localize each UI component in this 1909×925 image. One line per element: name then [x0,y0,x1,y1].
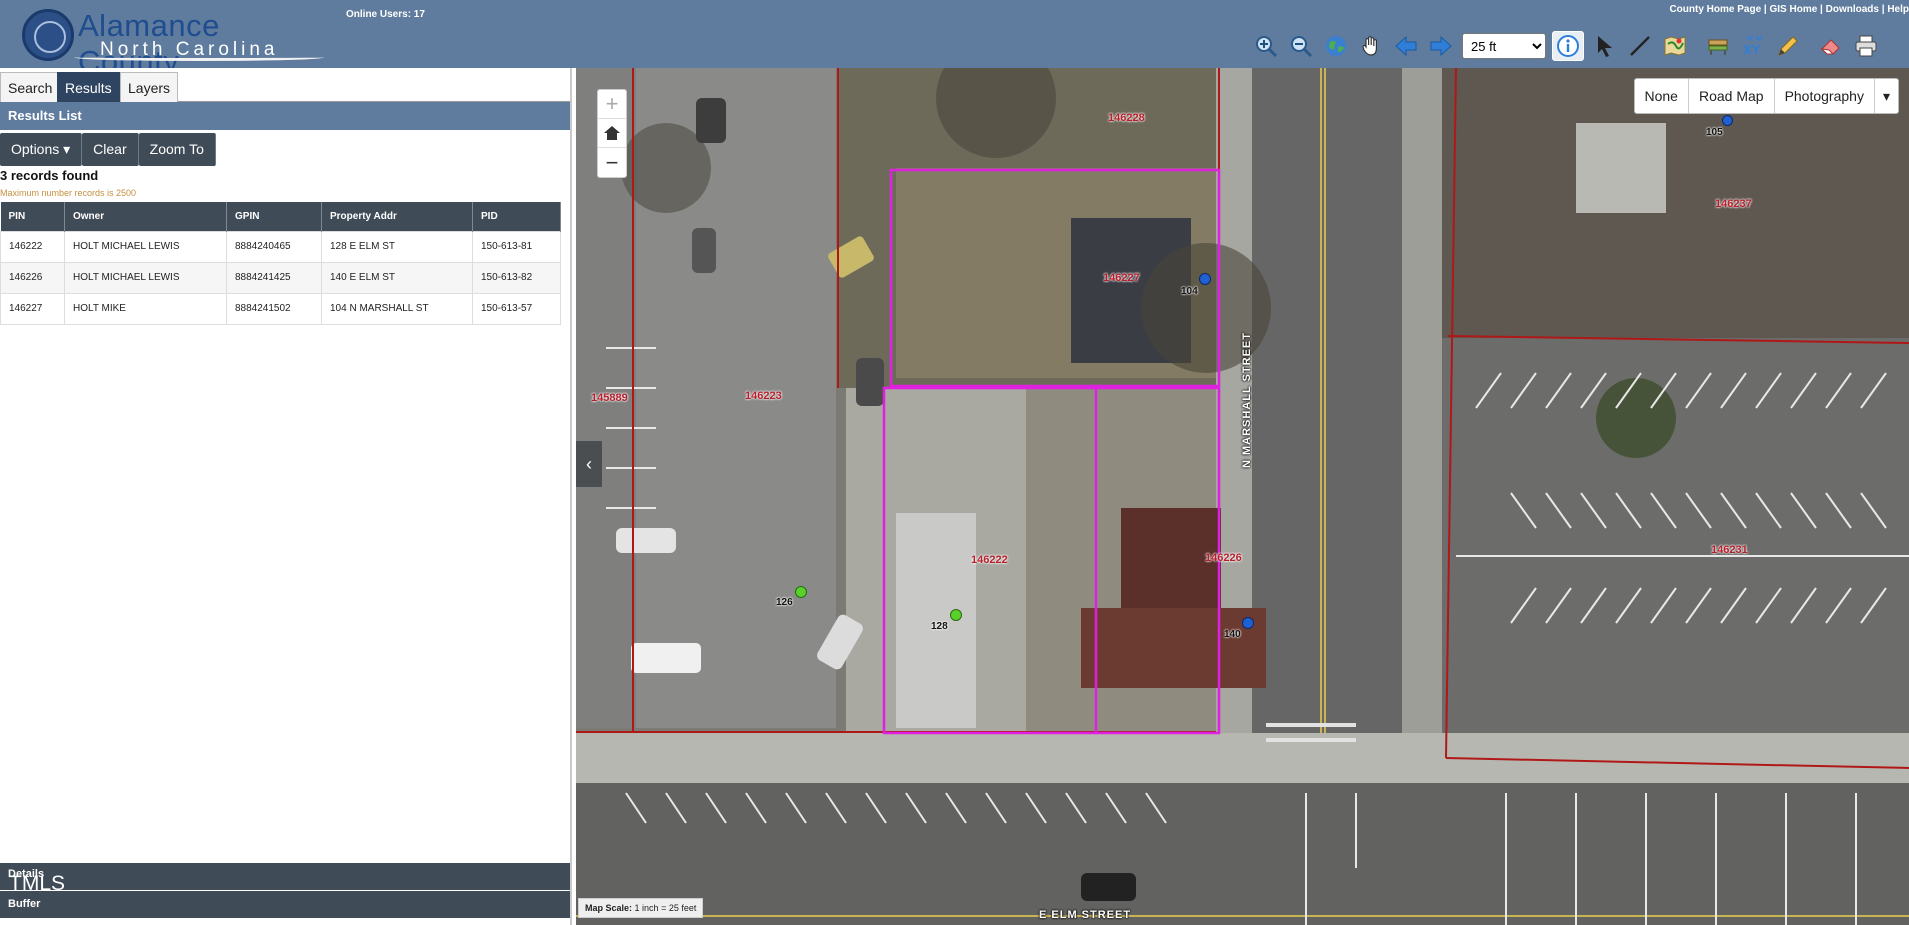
zoom-to-button[interactable]: Zoom To [138,133,216,166]
cell-property-addr: 140 E ELM ST [321,261,473,294]
app-header: Alamance County North Carolina Online Us… [0,0,1909,79]
parcel-label: 146231 [1711,544,1748,556]
basemap-none-button[interactable]: None [1635,79,1689,113]
basemap-dropdown-caret-icon[interactable]: ▾ [1875,79,1898,113]
column-header-owner[interactable]: Owner [64,202,227,231]
cell-pin: 146222 [0,230,65,263]
globe-icon[interactable] [1322,32,1350,60]
aerial-imagery [576,68,1909,925]
cell-pid: 150-613-81 [472,230,561,263]
parcel-label: 145889 [591,392,628,404]
address-point-marker[interactable] [950,609,962,621]
address-label: 140 [1224,629,1241,640]
map-icon[interactable] [1661,32,1689,60]
map-toolbar: 25 ft XY [1252,30,1887,62]
tab-layers[interactable]: Layers [120,72,179,102]
records-found-count: 3 records found [0,168,99,183]
address-label: 128 [931,621,948,632]
zoom-in-icon[interactable] [1252,32,1280,60]
address-point-marker[interactable] [1242,617,1254,629]
cell-gpin: 8884240465 [226,230,322,263]
address-label: 105 [1706,127,1723,138]
online-users-count: Online Users: 17 [346,9,425,20]
cell-pid: 150-613-57 [472,292,561,325]
column-header-pin[interactable]: PIN [0,202,65,231]
back-arrow-icon[interactable] [1392,32,1420,60]
scale-select[interactable]: 25 ft [1462,33,1546,59]
map-zoom-out-button[interactable]: − [598,148,626,177]
address-point-marker[interactable] [1722,115,1733,126]
cell-pin: 146226 [0,261,65,294]
county-logo[interactable]: Alamance County North Carolina [18,6,324,79]
address-label: 104 [1181,286,1198,297]
results-table: PIN Owner GPIN Property Addr PID 146222 … [0,202,561,325]
measure-line-icon[interactable] [1626,32,1654,60]
bench-icon[interactable] [1704,32,1732,60]
street-label: N MARSHALL STREET [1241,332,1253,468]
info-icon[interactable] [1552,31,1584,61]
map-zoom-in-button[interactable]: + [598,90,626,119]
basemap-photography-button[interactable]: Photography [1775,79,1875,113]
buffer-section-header[interactable]: Buffer [0,891,570,918]
max-records-note: Maximum number records is 2500 [0,188,137,198]
address-point-marker[interactable] [795,586,807,598]
address-point-marker[interactable] [1199,273,1211,285]
left-panel: Search Results Layers Results List Optio… [0,68,572,925]
print-icon[interactable] [1852,32,1880,60]
details-section-header[interactable]: Details [0,863,570,890]
forward-arrow-icon[interactable] [1427,32,1455,60]
cell-pin: 146227 [0,292,65,325]
pan-hand-icon[interactable] [1357,32,1385,60]
cell-gpin: 8884241425 [226,261,322,294]
top-links[interactable]: County Home Page | GIS Home | Downloads … [1669,4,1909,15]
eraser-icon[interactable] [1817,32,1845,60]
map-scale-readout: Map Scale: 1 inch = 25 feet [578,898,704,918]
table-row[interactable]: 146222 HOLT MICHAEL LEWIS 8884240465 128… [0,230,561,263]
map-zoom-control: + − [597,89,627,178]
cell-property-addr: 104 N MARSHALL ST [321,292,473,325]
county-seal-icon [22,9,74,61]
basemap-roadmap-button[interactable]: Road Map [1689,79,1775,113]
cell-pid: 150-613-82 [472,261,561,294]
panel-tabs: Search Results Layers [0,68,570,102]
parcel-label: 146227 [1103,272,1140,284]
pencil-icon[interactable] [1774,32,1802,60]
results-button-group: Options ▾ Clear Zoom To [0,133,216,166]
cell-owner: HOLT MICHAEL LEWIS [64,230,227,263]
parcel-label: 146226 [1205,552,1242,564]
svg-text:XY: XY [1743,42,1761,57]
column-header-gpin[interactable]: GPIN [226,202,322,231]
map-scale-label: Map Scale: [585,903,633,913]
clear-button[interactable]: Clear [82,133,139,166]
column-header-pid[interactable]: PID [472,202,561,231]
address-label: 126 [776,597,793,608]
results-list-header: Results List [0,102,570,130]
cell-gpin: 8884241502 [226,292,322,325]
tab-results[interactable]: Results [57,72,120,102]
cell-owner: HOLT MIKE [64,292,227,325]
table-row[interactable]: 146226 HOLT MICHAEL LEWIS 8884241425 140… [0,261,561,294]
logo-swoosh [74,54,324,61]
parcel-label: 146223 [745,390,782,402]
options-button[interactable]: Options ▾ [0,133,83,166]
basemap-switcher: None Road Map Photography ▾ [1633,78,1899,114]
street-label: E ELM STREET [1039,909,1132,921]
column-header-property-addr[interactable]: Property Addr [321,202,473,231]
cell-owner: HOLT MICHAEL LEWIS [64,261,227,294]
home-icon[interactable] [598,119,626,148]
xy-icon[interactable]: XY [1739,32,1767,60]
table-row[interactable]: 146227 HOLT MIKE 8884241502 104 N MARSHA… [0,292,561,325]
parcel-label: 146228 [1108,112,1145,124]
collapse-panel-button[interactable]: ‹ [576,441,602,487]
table-header-row: PIN Owner GPIN Property Addr PID [0,202,561,231]
map-view[interactable]: 146228 146227 146223 145889 146222 14622… [576,68,1909,925]
tab-search[interactable]: Search [0,72,61,102]
map-scale-value: 1 inch = 25 feet [634,903,697,913]
cell-property-addr: 128 E ELM ST [321,230,473,263]
zoom-out-icon[interactable] [1287,32,1315,60]
parcel-label: 146237 [1715,198,1752,210]
select-arrow-icon[interactable] [1591,32,1619,60]
parcel-label: 146222 [971,554,1008,566]
